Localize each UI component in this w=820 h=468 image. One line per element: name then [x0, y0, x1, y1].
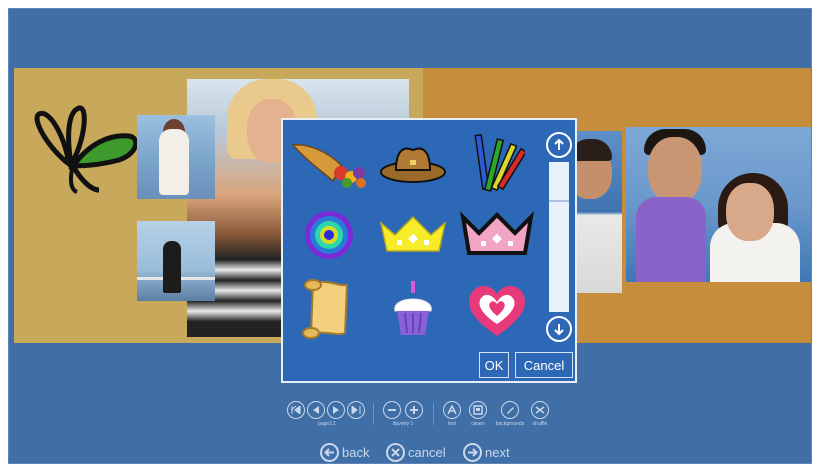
prev-icon[interactable] [307, 401, 325, 419]
toolbar-divider [373, 403, 374, 425]
scroll-track[interactable] [549, 162, 569, 312]
arrow-up-icon[interactable] [546, 132, 572, 158]
scroll-sticker[interactable] [287, 274, 371, 344]
minus-icon[interactable] [383, 401, 401, 419]
sticker-picker-dialog: OK Cancel [281, 118, 577, 383]
rainbow-rings-sticker[interactable] [287, 200, 371, 270]
back-label: back [342, 445, 370, 460]
wizard-navigation: back cancel next [9, 443, 811, 463]
cancel-button[interactable]: Cancel [515, 352, 573, 378]
text-icon[interactable] [443, 401, 461, 419]
cupcake-sticker[interactable] [371, 274, 455, 344]
cowboy-hat-sticker[interactable] [371, 128, 455, 198]
next-label: next [485, 445, 510, 460]
next-play-icon[interactable] [327, 401, 345, 419]
toolbar-divider [433, 403, 434, 425]
next-button[interactable]: next [463, 443, 510, 462]
last-icon[interactable] [347, 401, 365, 419]
sticker-scrollbar[interactable] [544, 128, 574, 346]
yellow-crown-sticker[interactable] [371, 200, 455, 270]
first-icon[interactable] [287, 401, 305, 419]
pencils-sticker[interactable] [455, 128, 539, 198]
cancel-label: cancel [408, 445, 446, 460]
pink-crown-sticker[interactable] [455, 200, 539, 270]
paint-icon[interactable] [501, 401, 519, 419]
text-caption: text [447, 421, 457, 427]
backgrounds-caption: backgrounds [495, 421, 525, 427]
shuffle-caption: shuffle [532, 421, 548, 427]
nav-cancel-button[interactable]: cancel [386, 443, 446, 462]
bottom-toolbar: page2.1 duvetry 1 text clearn background… [9, 397, 811, 431]
photo-woman-balcony[interactable] [137, 115, 215, 199]
ok-button[interactable]: OK [479, 352, 509, 378]
quantity-caption: duvetry 1 [392, 421, 414, 427]
shuffle-icon[interactable] [531, 401, 549, 419]
layout-caption: clearn [471, 421, 485, 427]
page-caption: page2.1 [317, 421, 337, 427]
layout-icon[interactable] [469, 401, 487, 419]
arrow-down-icon[interactable] [546, 316, 572, 342]
arrow-right-icon [463, 443, 482, 462]
heart-sticker[interactable] [455, 274, 539, 344]
cornucopia-sticker[interactable] [287, 128, 371, 198]
scroll-thumb[interactable] [549, 200, 569, 202]
back-button[interactable]: back [320, 443, 369, 462]
close-icon [386, 443, 405, 462]
butterfly-sticker[interactable] [29, 94, 147, 194]
photo-woman-ship-deck[interactable] [137, 221, 215, 301]
plus-icon[interactable] [405, 401, 423, 419]
arrow-left-icon [320, 443, 339, 462]
photo-couple[interactable] [626, 127, 811, 282]
album-editor: OK Cancel page2.1 duvetry 1 text clearn … [8, 8, 812, 464]
